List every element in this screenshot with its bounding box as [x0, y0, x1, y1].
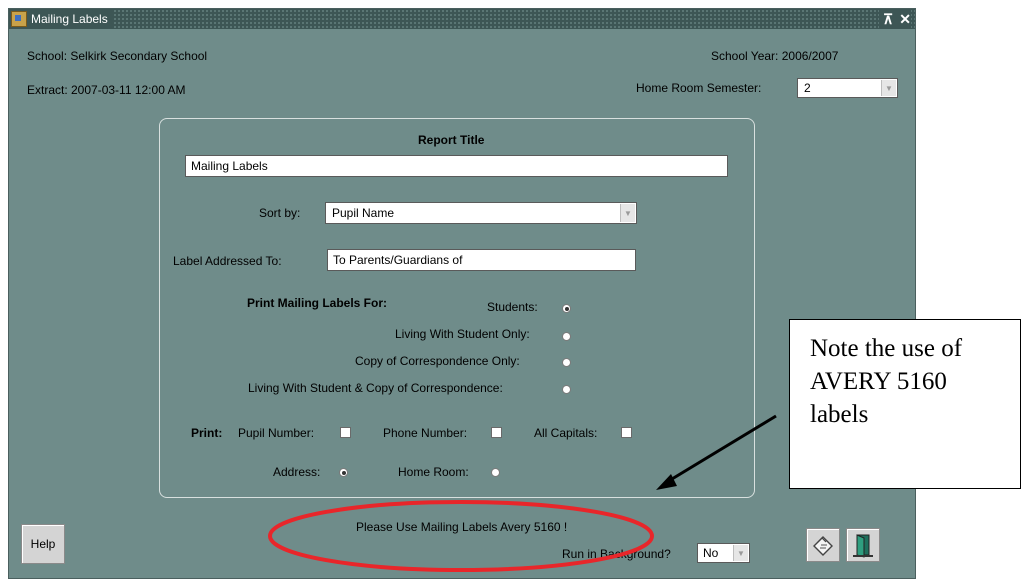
- sort-by-value: Pupil Name: [332, 206, 395, 220]
- app-icon: [11, 11, 27, 27]
- label-addressed-to-value: To Parents/Guardians of: [333, 253, 463, 267]
- extract-label: Extract: 2007-03-11 12:00 AM: [27, 83, 186, 97]
- students-radio[interactable]: [562, 304, 571, 313]
- help-button[interactable]: Help: [21, 524, 65, 564]
- school-label: School: Selkirk Secondary School: [27, 49, 208, 63]
- copy-of-correspondence-label: Copy of Correspondence Only:: [355, 354, 520, 368]
- close-icon[interactable]: ✕: [899, 11, 911, 28]
- title-bar: Mailing Labels ⊼ ✕: [9, 9, 915, 29]
- copy-of-correspondence-radio[interactable]: [562, 358, 571, 367]
- callout-line-3: labels: [810, 401, 869, 428]
- avery-message: Please Use Mailing Labels Avery 5160 !: [356, 520, 568, 534]
- print-button[interactable]: [806, 528, 840, 562]
- callout-note: Note the use of AVERY 5160 labels: [789, 319, 1021, 489]
- exit-door-icon: [853, 534, 873, 558]
- chevron-down-icon[interactable]: ▼: [620, 204, 635, 222]
- run-in-background-value: No: [703, 546, 719, 560]
- window-title: Mailing Labels: [31, 12, 108, 26]
- report-title-heading: Report Title: [418, 133, 485, 147]
- callout-line-2: AVERY 5160: [810, 368, 947, 395]
- run-in-background-select[interactable]: No ▼: [697, 543, 750, 563]
- callout-line-1: Note the use of: [810, 335, 963, 362]
- living-and-copy-label: Living With Student & Copy of Correspond…: [248, 381, 503, 395]
- sort-by-label: Sort by:: [259, 206, 301, 220]
- all-capitals-checkbox[interactable]: [621, 427, 632, 438]
- pupil-number-checkbox[interactable]: [340, 427, 351, 438]
- exit-button[interactable]: [846, 528, 880, 562]
- sort-by-select[interactable]: Pupil Name ▼: [325, 202, 637, 224]
- all-capitals-label: All Capitals:: [534, 426, 598, 440]
- pupil-number-label: Pupil Number:: [238, 426, 315, 440]
- address-label: Address:: [273, 465, 321, 479]
- phone-number-checkbox[interactable]: [491, 427, 502, 438]
- address-radio[interactable]: [339, 468, 348, 477]
- report-title-value: Mailing Labels: [191, 159, 268, 173]
- home-room-radio[interactable]: [491, 468, 500, 477]
- living-and-copy-radio[interactable]: [562, 385, 571, 394]
- students-option-label: Students:: [487, 300, 538, 314]
- school-year-label: School Year: 2006/2007: [711, 49, 839, 63]
- chevron-down-icon[interactable]: ▼: [881, 80, 896, 96]
- label-addressed-to-input[interactable]: To Parents/Guardians of: [327, 249, 636, 271]
- home-room-semester-value: 2: [804, 81, 811, 95]
- report-title-input[interactable]: Mailing Labels: [185, 155, 728, 177]
- phone-number-label: Phone Number:: [383, 426, 468, 440]
- home-room-semester-label: Home Room Semester:: [636, 81, 762, 95]
- label-addressed-to-label: Label Addressed To:: [173, 254, 282, 268]
- living-with-student-label: Living With Student Only:: [395, 327, 530, 341]
- print-heading: Print:: [191, 426, 223, 440]
- run-in-background-label: Run in Background?: [562, 547, 671, 561]
- printer-icon: [813, 536, 833, 556]
- help-button-label: Help: [30, 537, 56, 551]
- home-room-label: Home Room:: [398, 465, 469, 479]
- restore-icon[interactable]: ⊼: [883, 11, 893, 28]
- mailing-labels-window: Mailing Labels ⊼ ✕ School: Selkirk Secon…: [8, 8, 916, 579]
- home-room-semester-select[interactable]: 2 ▼: [797, 78, 898, 98]
- chevron-down-icon[interactable]: ▼: [733, 545, 748, 561]
- living-with-student-radio[interactable]: [562, 332, 571, 341]
- print-labels-for-heading: Print Mailing Labels For:: [247, 296, 388, 310]
